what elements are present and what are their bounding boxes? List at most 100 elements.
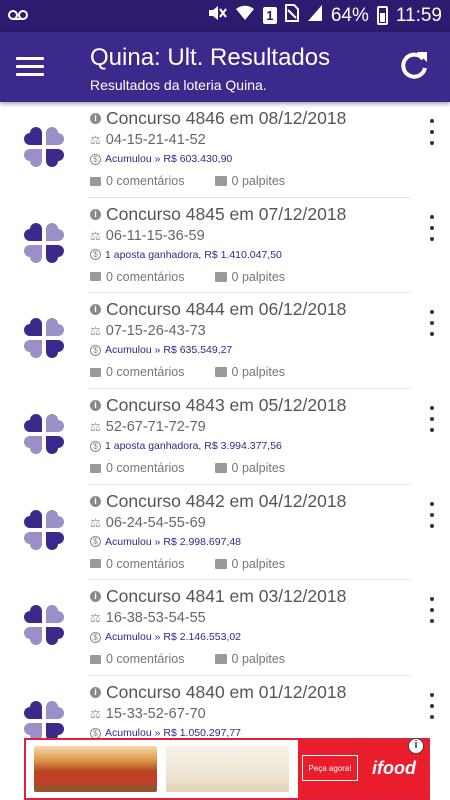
quina-clover-icon	[24, 605, 64, 646]
guesses-count: 0 palpites	[231, 269, 286, 284]
ad-banner[interactable]: Peça agora! ifood i	[24, 738, 430, 800]
dollar-icon: $	[90, 727, 101, 739]
prize-info: Acumulou » R$ 635.549,27	[105, 344, 233, 357]
quina-clover-icon	[24, 509, 64, 550]
ad-burger-image	[34, 746, 157, 792]
gavel-icon: ⚖	[90, 611, 101, 626]
guesses-link[interactable]: 0 palpites	[214, 174, 286, 188]
drawn-numbers: 52-67-71-72-79	[105, 419, 206, 436]
comments-count: 0 comentários	[106, 269, 185, 284]
info-icon: i	[90, 208, 101, 220]
results-list: i Concurso 4846 em 08/12/2018 ⚖ 04-15-21…	[0, 102, 450, 740]
more-options-icon[interactable]	[430, 119, 436, 145]
gavel-icon: ⚖	[90, 420, 101, 435]
info-icon: i	[90, 304, 101, 316]
comment-icon	[90, 559, 101, 569]
mute-icon	[207, 4, 227, 27]
chat-icon	[214, 271, 227, 282]
info-icon: i	[90, 687, 101, 699]
result-item[interactable]: i Concurso 4845 em 07/12/2018 ⚖ 06-11-15…	[0, 198, 450, 294]
battery-icon	[376, 6, 388, 25]
info-icon: i	[90, 591, 101, 603]
chat-icon	[214, 367, 227, 378]
comments-link[interactable]: 0 comentários	[90, 270, 185, 284]
more-options-icon[interactable]	[430, 214, 436, 241]
gavel-icon: ⚖	[90, 707, 101, 722]
info-icon: i	[90, 400, 101, 412]
result-item[interactable]: i Concurso 4843 em 05/12/2018 ⚖ 52-67-71…	[0, 389, 450, 485]
gavel-icon: ⚖	[90, 515, 101, 530]
chat-icon	[214, 558, 227, 569]
result-title: Concurso 4841 em 03/12/2018	[106, 586, 347, 607]
drawn-numbers: 07-15-26-43-73	[105, 323, 206, 340]
quina-clover-icon	[24, 318, 64, 359]
battery-percent: 64%	[330, 4, 369, 26]
dollar-icon: $	[90, 631, 101, 643]
more-options-icon[interactable]	[430, 310, 436, 337]
chat-icon	[214, 654, 227, 665]
clock: 11:59	[395, 4, 442, 26]
guesses-count: 0 palpites	[231, 461, 286, 476]
comments-link[interactable]: 0 comentários	[90, 365, 185, 379]
wifi-icon	[235, 4, 255, 27]
more-options-icon[interactable]	[430, 597, 436, 624]
drawn-numbers: 06-11-15-36-59	[105, 227, 205, 244]
guesses-link[interactable]: 0 palpites	[214, 652, 285, 666]
prize-info: 1 aposta ganhadora, R$ 3.994.377,56	[105, 440, 282, 453]
comments-count: 0 comentários	[106, 174, 185, 188]
chat-icon	[214, 463, 227, 474]
dollar-icon: $	[90, 249, 101, 261]
result-item[interactable]: i Concurso 4841 em 03/12/2018 ⚖ 16-38-53…	[0, 580, 450, 676]
comments-link[interactable]: 0 comentários	[90, 174, 185, 188]
comments-link[interactable]: 0 comentários	[90, 557, 185, 571]
quina-clover-icon	[24, 701, 64, 740]
guesses-count: 0 palpites	[231, 174, 286, 188]
refresh-icon[interactable]	[396, 48, 432, 84]
drawn-numbers: 06-24-54-55-69	[105, 514, 206, 531]
more-options-icon[interactable]	[430, 406, 436, 433]
result-item[interactable]: i Concurso 4842 em 04/12/2018 ⚖ 06-24-54…	[0, 485, 450, 581]
result-item[interactable]: i Concurso 4840 em 01/12/2018 ⚖ 15-33-52…	[0, 676, 450, 740]
sim-slot-badge: 1	[262, 7, 277, 24]
comments-count: 0 comentários	[106, 461, 185, 476]
info-icon: i	[90, 495, 101, 507]
comments-link[interactable]: 0 comentários	[90, 461, 185, 475]
result-title: Concurso 4845 em 07/12/2018	[106, 203, 347, 224]
dollar-icon: $	[90, 440, 101, 452]
comment-icon	[90, 654, 101, 664]
ad-food-image	[166, 746, 289, 792]
guesses-count: 0 palpites	[231, 365, 286, 380]
hamburger-menu-icon[interactable]	[16, 52, 44, 80]
guesses-link[interactable]: 0 palpites	[214, 365, 286, 380]
result-title: Concurso 4840 em 01/12/2018	[106, 682, 347, 703]
prize-info: Acumulou » R$ 603.430,90	[105, 153, 233, 165]
guesses-count: 0 palpites	[231, 556, 286, 571]
ad-cta-button[interactable]: Peça agora!	[302, 755, 358, 781]
comment-icon	[90, 367, 101, 377]
ifood-logo: ifood	[372, 758, 416, 778]
comment-icon	[90, 272, 101, 282]
guesses-link[interactable]: 0 palpites	[214, 556, 286, 571]
drawn-numbers: 16-38-53-54-55	[105, 610, 206, 627]
comments-link[interactable]: 0 comentários	[90, 652, 185, 666]
prize-info: 1 aposta ganhadora, R$ 1.410.047,50	[105, 248, 282, 261]
more-options-icon[interactable]	[430, 501, 436, 528]
guesses-link[interactable]: 0 palpites	[214, 461, 286, 476]
result-item[interactable]: i Concurso 4846 em 08/12/2018 ⚖ 04-15-21…	[0, 102, 450, 198]
result-title: Concurso 4846 em 08/12/2018	[106, 108, 347, 128]
quina-clover-icon	[24, 414, 64, 455]
info-icon: i	[90, 113, 101, 124]
drawn-numbers: 04-15-21-41-52	[105, 132, 206, 148]
prize-info: Acumulou » R$ 2.146.553,02	[105, 631, 242, 644]
dollar-icon: $	[90, 153, 101, 165]
info-icon[interactable]: i	[408, 738, 424, 754]
result-item[interactable]: i Concurso 4844 em 06/12/2018 ⚖ 07-15-26…	[0, 293, 450, 389]
more-options-icon[interactable]	[430, 693, 436, 720]
result-title: Concurso 4842 em 04/12/2018	[106, 490, 347, 511]
drawn-numbers: 15-33-52-67-70	[105, 706, 206, 723]
quina-clover-icon	[24, 127, 64, 167]
prize-info: Acumulou » R$ 2.998.697,48	[105, 535, 242, 548]
guesses-link[interactable]: 0 palpites	[214, 269, 286, 284]
dollar-icon: $	[90, 344, 101, 356]
result-title: Concurso 4843 em 05/12/2018	[106, 395, 347, 416]
